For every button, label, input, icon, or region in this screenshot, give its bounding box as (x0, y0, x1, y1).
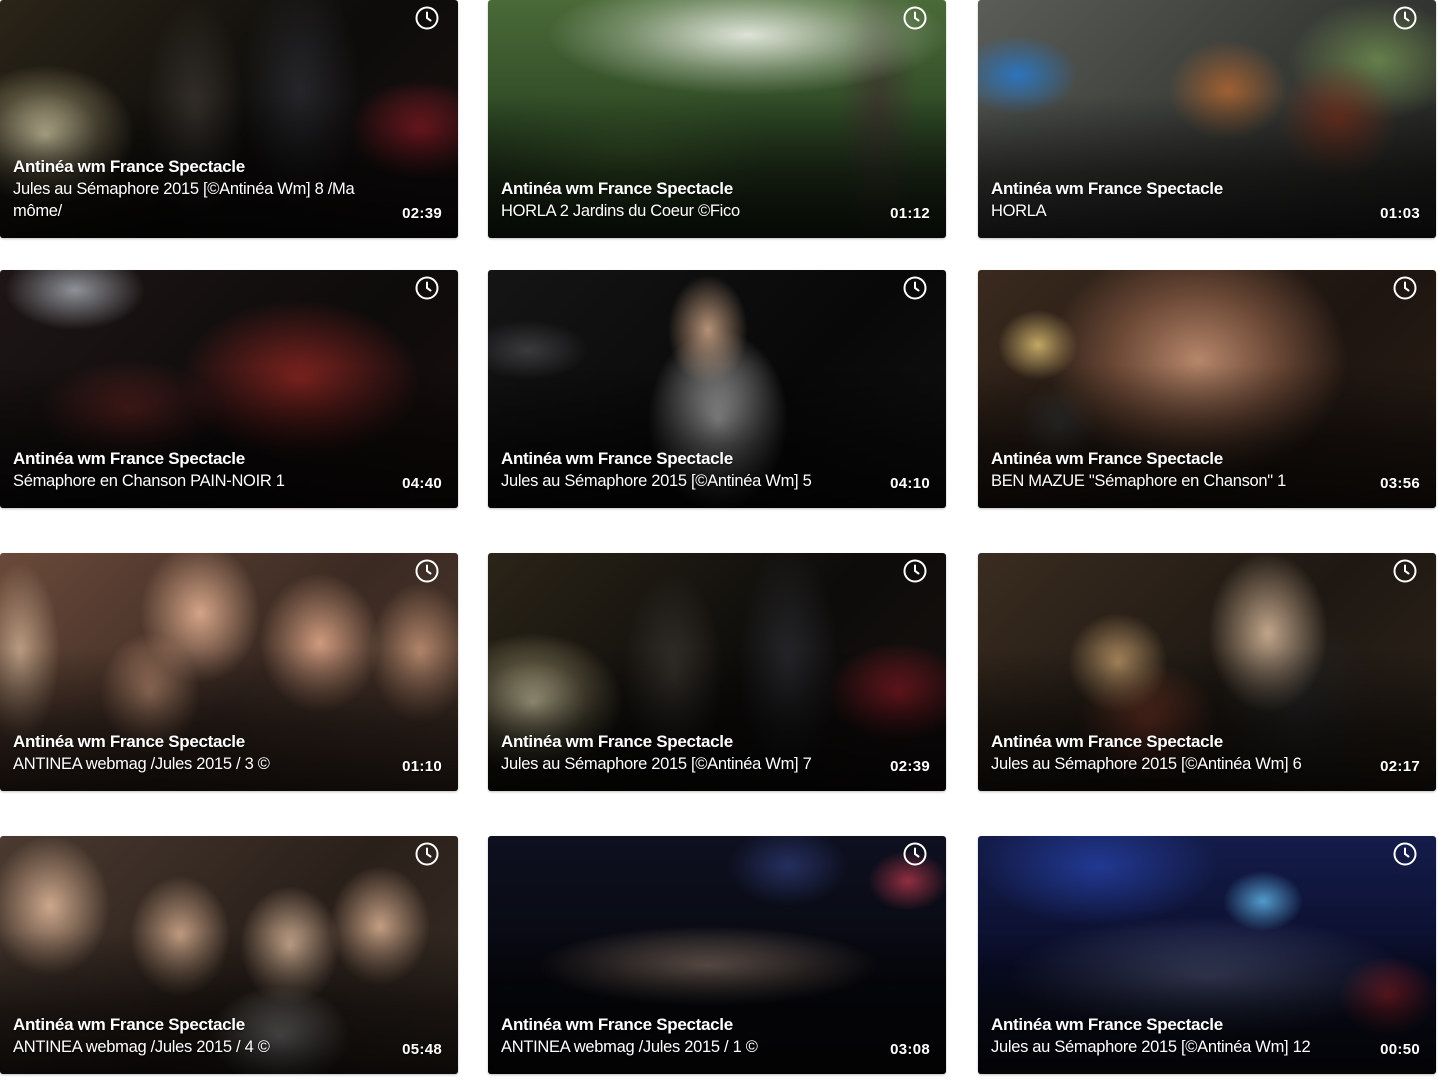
channel-name[interactable]: Antinéa wm France Spectacle (991, 731, 1358, 753)
clock-icon (415, 276, 439, 300)
video-card[interactable]: Antinéa wm France Spectacle BEN MAZUE "S… (978, 270, 1436, 508)
video-meta: Antinéa wm France Spectacle Sémaphore en… (13, 448, 380, 492)
video-card[interactable]: Antinéa wm France Spectacle Sémaphore en… (0, 270, 458, 508)
video-title[interactable]: Jules au Sémaphore 2015 [©Antinéa Wm] 8 … (13, 178, 380, 222)
video-meta: Antinéa wm France Spectacle ANTINEA webm… (13, 1014, 380, 1058)
video-meta: Antinéa wm France Spectacle HORLA 2 Jard… (501, 178, 868, 222)
video-duration: 01:10 (402, 758, 442, 775)
channel-name[interactable]: Antinéa wm France Spectacle (501, 448, 868, 470)
video-card[interactable]: Antinéa wm France Spectacle Jules au Sém… (488, 553, 946, 791)
video-meta: Antinéa wm France Spectacle BEN MAZUE "S… (991, 448, 1358, 492)
clock-icon (1393, 6, 1417, 30)
video-duration: 02:17 (1380, 758, 1420, 775)
video-meta: Antinéa wm France Spectacle ANTINEA webm… (13, 731, 380, 775)
clock-icon (415, 559, 439, 583)
clock-icon (903, 559, 927, 583)
video-card[interactable]: Antinéa wm France Spectacle HORLA 01:03 (978, 0, 1436, 238)
video-title[interactable]: Sémaphore en Chanson PAIN-NOIR 1 (13, 470, 380, 492)
channel-name[interactable]: Antinéa wm France Spectacle (501, 1014, 868, 1036)
video-meta: Antinéa wm France Spectacle Jules au Sém… (991, 731, 1358, 775)
video-title[interactable]: Jules au Sémaphore 2015 [©Antinéa Wm] 7 (501, 753, 868, 775)
video-title[interactable]: ANTINEA webmag /Jules 2015 / 3 © (13, 753, 380, 775)
clock-icon (415, 842, 439, 866)
video-duration: 05:48 (402, 1041, 442, 1058)
video-meta: Antinéa wm France Spectacle Jules au Sém… (991, 1014, 1358, 1058)
video-card[interactable]: Antinéa wm France Spectacle Jules au Sém… (0, 0, 458, 238)
channel-name[interactable]: Antinéa wm France Spectacle (991, 178, 1358, 200)
video-grid: Antinéa wm France Spectacle Jules au Sém… (0, 0, 1438, 1080)
channel-name[interactable]: Antinéa wm France Spectacle (13, 731, 380, 753)
video-title[interactable]: Jules au Sémaphore 2015 [©Antinéa Wm] 5 (501, 470, 868, 492)
channel-name[interactable]: Antinéa wm France Spectacle (13, 1014, 380, 1036)
video-duration: 00:50 (1380, 1041, 1420, 1058)
clock-icon (415, 6, 439, 30)
channel-name[interactable]: Antinéa wm France Spectacle (991, 448, 1358, 470)
video-card[interactable]: Antinéa wm France Spectacle ANTINEA webm… (0, 553, 458, 791)
video-title[interactable]: BEN MAZUE "Sémaphore en Chanson" 1 (991, 470, 1358, 492)
video-meta: Antinéa wm France Spectacle HORLA (991, 178, 1358, 222)
channel-name[interactable]: Antinéa wm France Spectacle (991, 1014, 1358, 1036)
video-duration: 02:39 (890, 758, 930, 775)
video-title[interactable]: HORLA 2 Jardins du Coeur ©Fico (501, 200, 868, 222)
video-duration: 03:56 (1380, 475, 1420, 492)
video-meta: Antinéa wm France Spectacle Jules au Sém… (501, 448, 868, 492)
clock-icon (903, 842, 927, 866)
clock-icon (1393, 559, 1417, 583)
video-title[interactable]: Jules au Sémaphore 2015 [©Antinéa Wm] 12 (991, 1036, 1358, 1058)
video-title[interactable]: ANTINEA webmag /Jules 2015 / 1 © (501, 1036, 868, 1058)
video-duration: 04:40 (402, 475, 442, 492)
clock-icon (903, 6, 927, 30)
video-meta: Antinéa wm France Spectacle Jules au Sém… (501, 731, 868, 775)
video-card[interactable]: Antinéa wm France Spectacle ANTINEA webm… (0, 836, 458, 1074)
channel-name[interactable]: Antinéa wm France Spectacle (501, 731, 868, 753)
clock-icon (1393, 842, 1417, 866)
video-card[interactable]: Antinéa wm France Spectacle Jules au Sém… (978, 836, 1436, 1074)
video-duration: 03:08 (890, 1041, 930, 1058)
clock-icon (903, 276, 927, 300)
video-meta: Antinéa wm France Spectacle ANTINEA webm… (501, 1014, 868, 1058)
video-card[interactable]: Antinéa wm France Spectacle ANTINEA webm… (488, 836, 946, 1074)
video-duration: 02:39 (402, 205, 442, 222)
video-card[interactable]: Antinéa wm France Spectacle Jules au Sém… (978, 553, 1436, 791)
video-duration: 01:03 (1380, 205, 1420, 222)
video-duration: 04:10 (890, 475, 930, 492)
video-title[interactable]: Jules au Sémaphore 2015 [©Antinéa Wm] 6 (991, 753, 1358, 775)
video-meta: Antinéa wm France Spectacle Jules au Sém… (13, 156, 380, 222)
clock-icon (1393, 276, 1417, 300)
video-card[interactable]: Antinéa wm France Spectacle Jules au Sém… (488, 270, 946, 508)
video-duration: 01:12 (890, 205, 930, 222)
video-title[interactable]: ANTINEA webmag /Jules 2015 / 4 © (13, 1036, 380, 1058)
video-title[interactable]: HORLA (991, 200, 1358, 222)
channel-name[interactable]: Antinéa wm France Spectacle (13, 156, 380, 178)
channel-name[interactable]: Antinéa wm France Spectacle (501, 178, 868, 200)
video-card[interactable]: Antinéa wm France Spectacle HORLA 2 Jard… (488, 0, 946, 238)
channel-name[interactable]: Antinéa wm France Spectacle (13, 448, 380, 470)
